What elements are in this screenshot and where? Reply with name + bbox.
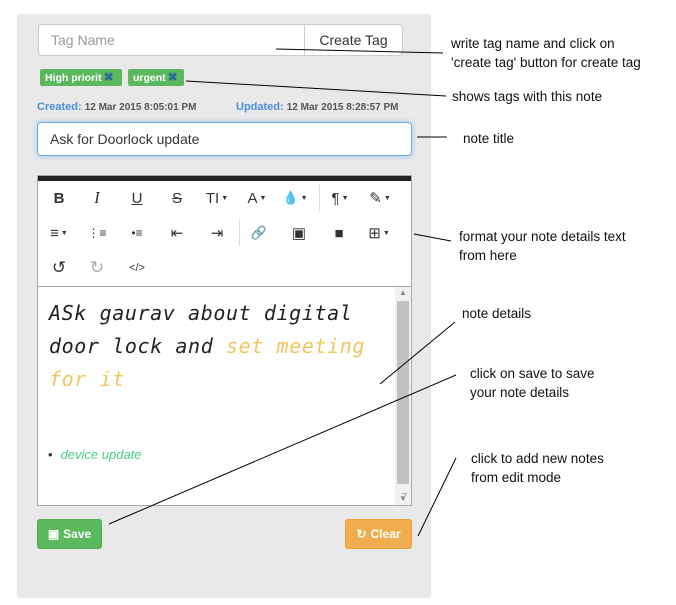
annotation-create-tag: write tag name and click on'create tag' … (451, 36, 641, 70)
created-meta: Created: 12 Mar 2015 8:05:01 PM (37, 101, 196, 113)
annotation-save: click on save to save your note details (470, 366, 595, 400)
paragraph-button[interactable]: ¶ ▼ (321, 183, 359, 213)
unordered-list-icon: •≡ (131, 226, 143, 240)
ordered-list-button[interactable]: ⋮≡ (78, 218, 116, 248)
indent-icon: ⇥ (210, 225, 224, 242)
tag-label: High priorit (45, 72, 102, 84)
tag-badge: urgent ✖ (128, 69, 184, 86)
link-icon: 🔗 (250, 225, 268, 240)
rich-text-editor: B I U S TI ▼ A ▼ 💧 ▼ ¶ ▼ ✎ ▼ ≡ ▼ ⋮≡ •≡ ⇤ ⇥ 🔗 ▣… (37, 175, 412, 506)
indent-button[interactable]: ⇥ (198, 218, 236, 248)
note-details-editable[interactable]: ASk gaurav about digital door lock and s… (38, 287, 395, 505)
create-tag-button[interactable]: Create Tag (304, 24, 403, 56)
clear-button[interactable]: ↻ Clear (345, 519, 412, 549)
list-item: device update (60, 447, 142, 462)
font-family-button[interactable]: A ▼ (238, 183, 276, 213)
undo-button[interactable]: ↺ (40, 253, 78, 283)
floppy-disk-icon: ▣ (47, 527, 60, 541)
tag-label: urgent (133, 72, 166, 84)
note-details-text: ASk gaurav about digital door lock and s… (49, 297, 389, 396)
image-button[interactable]: ▣ (280, 218, 318, 248)
image-icon: ▣ (291, 225, 307, 242)
updated-label: Updated: (236, 101, 284, 113)
redo-button[interactable]: ↻ (78, 253, 116, 283)
video-button[interactable]: ■ (320, 218, 358, 248)
strikethrough-button[interactable]: S (158, 183, 196, 213)
annotation-tags: shows tags with this note (452, 89, 603, 104)
updated-value: 12 Mar 2015 8:28:57 PM (286, 102, 399, 113)
video-camera-icon: ■ (334, 224, 344, 242)
italic-button[interactable]: I (78, 183, 116, 213)
annotation-title: note title (463, 131, 515, 146)
underline-button[interactable]: U (118, 183, 156, 213)
toolbar-separator (319, 185, 320, 211)
created-label: Created: (37, 101, 82, 113)
ordered-list-icon: ⋮≡ (87, 226, 107, 240)
align-button[interactable]: ≡ ▼ (40, 218, 78, 248)
outdent-button[interactable]: ⇤ (158, 218, 196, 248)
highlighted-text: set meeting (225, 334, 366, 358)
created-value: 12 Mar 2015 8:05:01 PM (84, 102, 197, 113)
unordered-list-button[interactable]: •≡ (118, 218, 156, 248)
ink-drop-icon: 💧 (282, 190, 299, 205)
code-view-button[interactable]: </> (118, 253, 156, 283)
char-counter: 7 (401, 492, 407, 503)
save-button[interactable]: ▣ Save (37, 519, 102, 549)
refresh-icon: ↻ (356, 527, 367, 541)
annotation-clear: click to add new notes from edit mode (471, 451, 604, 485)
font-size-button[interactable]: TI ▼ (198, 183, 236, 213)
align-left-icon: ≡ (50, 224, 59, 242)
table-icon: ⊞ (368, 225, 381, 242)
color-button[interactable]: 💧 ▼ (276, 183, 314, 213)
table-button[interactable]: ⊞ ▼ (360, 218, 398, 248)
note-line: ASk gaurav about digital (49, 301, 353, 325)
scroll-thumb[interactable] (397, 301, 409, 484)
style-button[interactable]: ✎ ▼ (361, 183, 399, 213)
magic-wand-icon: ✎ (369, 190, 382, 207)
note-line: door lock and set meeting (49, 334, 366, 358)
updated-meta: Updated: 12 Mar 2015 8:28:57 PM (236, 101, 398, 113)
annotation-format: format your note details text from here (459, 229, 626, 263)
editor-top-bar (38, 176, 411, 181)
bold-button[interactable]: B (40, 183, 78, 213)
note-title-input[interactable] (37, 122, 412, 156)
remove-tag-icon[interactable]: ✖ (104, 70, 114, 84)
code-icon: </> (129, 262, 145, 274)
annotation-details: note details (462, 306, 532, 321)
tag-name-input[interactable] (38, 24, 304, 56)
outdent-icon: ⇤ (170, 225, 184, 242)
link-button[interactable]: 🔗 (240, 218, 278, 248)
redo-icon: ↻ (89, 258, 105, 277)
undo-icon: ↺ (51, 258, 67, 277)
remove-tag-icon[interactable]: ✖ (168, 70, 178, 84)
highlighted-text: for it (49, 367, 125, 391)
editor-scrollbar[interactable]: ▲ ▼ (395, 287, 411, 505)
scroll-up-icon[interactable]: ▲ (395, 287, 411, 299)
tag-badge: High priorit ✖ (40, 69, 122, 86)
